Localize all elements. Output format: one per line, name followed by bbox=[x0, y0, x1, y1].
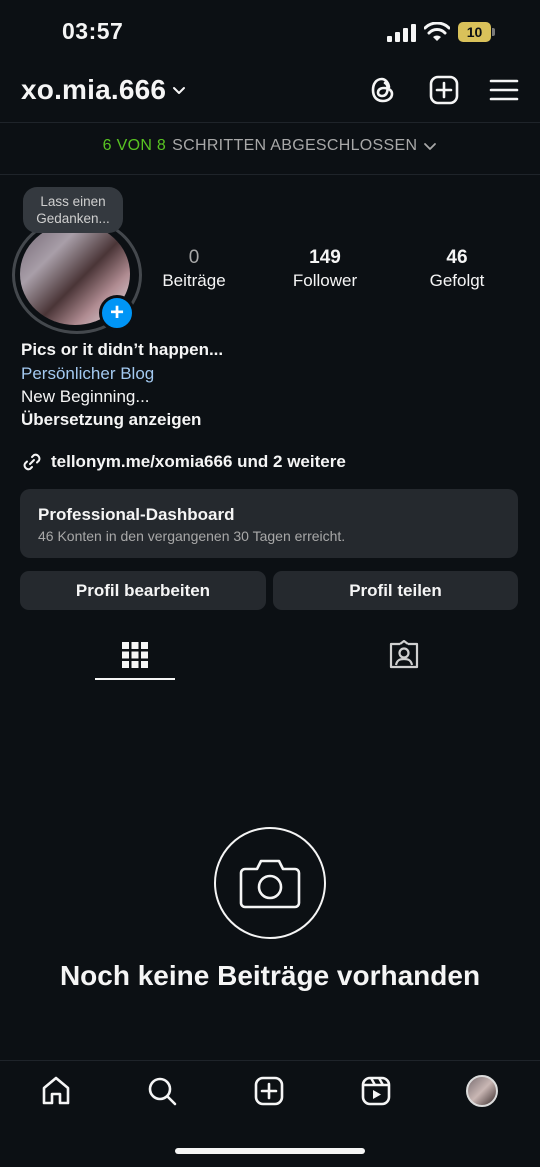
stat-posts: 0 Beiträge bbox=[134, 247, 254, 291]
stat-followers[interactable]: 149 Follower bbox=[265, 247, 385, 291]
stat-following-label: Gefolgt bbox=[429, 271, 485, 290]
bio-text: New Beginning... bbox=[21, 387, 150, 406]
tagged-icon[interactable] bbox=[389, 640, 419, 670]
share-profile-button[interactable]: Profil teilen bbox=[273, 571, 518, 610]
camera-circle bbox=[214, 827, 326, 939]
create-icon[interactable] bbox=[253, 1075, 285, 1107]
link-icon bbox=[21, 451, 43, 473]
threads-icon[interactable] bbox=[367, 74, 399, 106]
battery-level: 10 bbox=[466, 24, 483, 40]
empty-state-title: Noch keine Beiträge vorhanden bbox=[59, 960, 481, 991]
steps-done: 6 VON 8 bbox=[102, 137, 167, 154]
reels-icon[interactable] bbox=[360, 1075, 392, 1107]
bio-link[interactable]: tellonym.me/xomia666 und 2 weitere bbox=[21, 451, 346, 473]
active-tab-indicator bbox=[95, 678, 175, 680]
professional-dashboard[interactable]: Professional-Dashboard 46 Konten in den … bbox=[20, 489, 518, 558]
note-bubble[interactable]: Lass einen Gedanken... bbox=[23, 187, 123, 233]
cellular-signal-icon bbox=[387, 24, 417, 42]
wifi-icon bbox=[424, 22, 450, 42]
stat-followers-label: Follower bbox=[292, 271, 358, 290]
onboarding-steps[interactable]: 6 VON 8 SCHRITTEN ABGESCHLOSSEN bbox=[0, 137, 540, 155]
bio-category: Persönlicher Blog bbox=[21, 364, 155, 383]
status-time: 03:57 bbox=[62, 18, 124, 44]
steps-divider bbox=[0, 174, 540, 175]
bio-name: Pics or it didn’t happen... bbox=[21, 340, 224, 359]
stat-posts-value: 0 bbox=[188, 247, 200, 268]
menu-icon[interactable] bbox=[488, 74, 520, 106]
grid-icon[interactable] bbox=[120, 640, 150, 670]
stat-posts-label: Beiträge bbox=[162, 271, 226, 290]
create-post-icon[interactable] bbox=[428, 74, 460, 106]
dashboard-subtitle: 46 Konten in den vergangenen 30 Tagen er… bbox=[38, 528, 346, 544]
stat-followers-value: 149 bbox=[309, 247, 341, 268]
profile-avatar[interactable] bbox=[466, 1075, 498, 1107]
camera-icon bbox=[239, 857, 301, 909]
stat-following-value: 46 bbox=[446, 247, 468, 268]
translate-link[interactable]: Übersetzung anzeigen bbox=[21, 410, 201, 430]
bio-link-text: tellonym.me/xomia666 und 2 weitere bbox=[51, 452, 346, 471]
chevron-down-icon bbox=[172, 83, 186, 97]
username-switcher[interactable]: xo.mia.666 bbox=[21, 74, 186, 106]
steps-rest: SCHRITTEN ABGESCHLOSSEN bbox=[172, 137, 418, 154]
search-icon[interactable] bbox=[146, 1075, 178, 1107]
battery-icon: 10 bbox=[458, 22, 496, 42]
stat-following[interactable]: 46 Gefolgt bbox=[397, 247, 517, 291]
header-divider bbox=[0, 122, 540, 123]
home-icon[interactable] bbox=[40, 1075, 72, 1107]
dashboard-title: Professional-Dashboard bbox=[38, 505, 235, 524]
add-story-icon[interactable]: + bbox=[99, 295, 135, 331]
chevron-down-icon bbox=[423, 139, 437, 153]
edit-profile-button[interactable]: Profil bearbeiten bbox=[20, 571, 266, 610]
username: xo.mia.666 bbox=[21, 74, 167, 105]
home-indicator bbox=[175, 1148, 365, 1154]
